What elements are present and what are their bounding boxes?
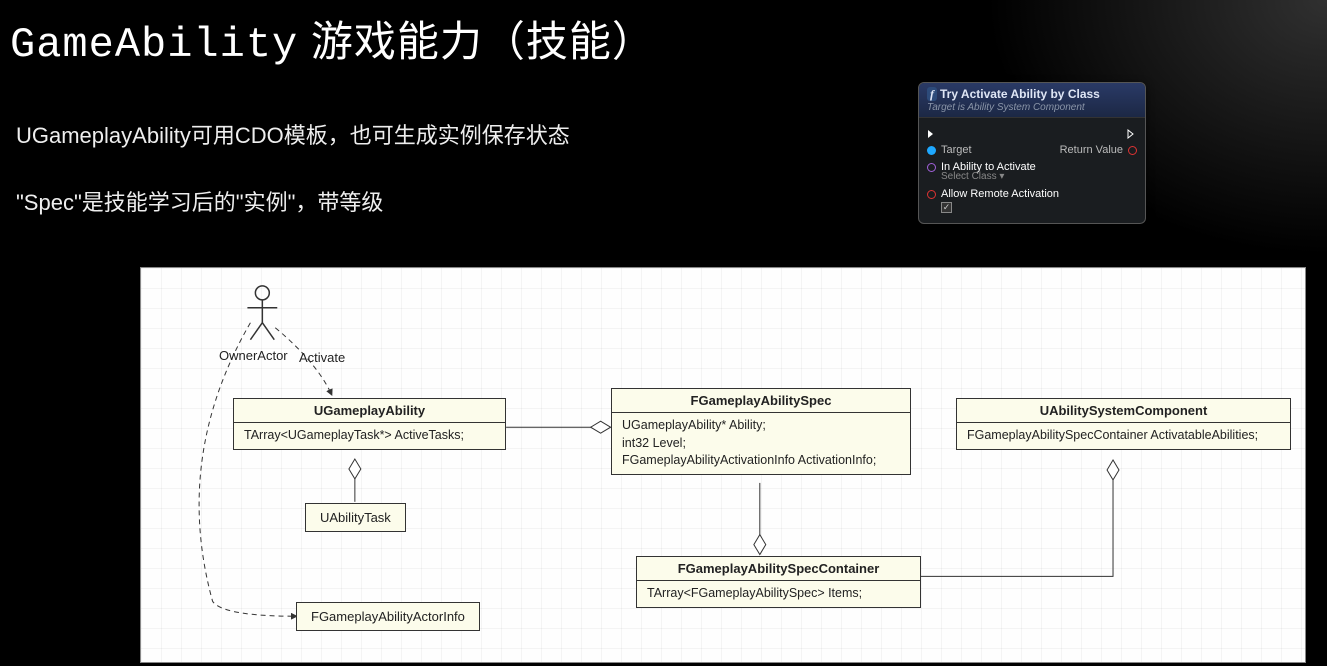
allow-remote-checkbox[interactable]: ✓ bbox=[941, 202, 952, 213]
speccontainer-field: TArray<FGameplayAbilitySpec> Items; bbox=[637, 581, 920, 607]
asc-box: UAbilitySystemComponent FGameplayAbility… bbox=[956, 398, 1291, 450]
spec-box: FGameplayAbilitySpec UGameplayAbility* A… bbox=[611, 388, 911, 475]
ugameplayability-box: UGameplayAbility TArray<UGameplayTask*> … bbox=[233, 398, 506, 450]
blueprint-node: fTry Activate Ability by Class Target is… bbox=[918, 82, 1146, 224]
function-icon: f bbox=[927, 87, 937, 101]
actorinfo-box: FGameplayAbilityActorInfo bbox=[296, 602, 480, 631]
spec-f2: int32 Level; bbox=[622, 435, 900, 453]
asc-field: FGameplayAbilitySpecContainer Activatabl… bbox=[957, 423, 1290, 449]
title-rest: 游戏能力（技能） bbox=[298, 18, 655, 65]
spec-name: FGameplayAbilitySpec bbox=[612, 389, 910, 413]
bp-title: fTry Activate Ability by Class bbox=[927, 87, 1137, 102]
exec-out-pin[interactable] bbox=[1127, 129, 1137, 139]
uml-diagram: OwnerActor Activate UGameplayAbility TAr… bbox=[140, 267, 1306, 663]
exec-in-pin[interactable] bbox=[927, 129, 937, 139]
spec-f1: UGameplayAbility* Ability; bbox=[622, 417, 900, 435]
select-class-dropdown[interactable]: Select Class ▾ bbox=[941, 171, 1137, 182]
target-pin[interactable]: Target bbox=[927, 144, 972, 156]
ugameplayability-name: UGameplayAbility bbox=[234, 399, 505, 423]
speccontainer-name: FGameplayAbilitySpecContainer bbox=[637, 557, 920, 581]
bp-header: fTry Activate Ability by Class Target is… bbox=[919, 83, 1145, 118]
spec-f3: FGameplayAbilityActivationInfo Activatio… bbox=[622, 452, 900, 470]
bullet-2: "Spec"是技能学习后的"实例"，带等级 bbox=[16, 185, 383, 217]
asc-name: UAbilitySystemComponent bbox=[957, 399, 1290, 423]
activate-label: Activate bbox=[299, 350, 345, 365]
bullet-1: UGameplayAbility可用CDO模板，也可生成实例保存状态 bbox=[16, 118, 570, 150]
bp-subtitle: Target is Ability System Component bbox=[927, 102, 1137, 113]
title-mono: GameAbility bbox=[10, 21, 298, 69]
return-pin[interactable]: Return Value bbox=[1060, 144, 1137, 156]
owner-actor-label: OwnerActor bbox=[219, 348, 288, 363]
allow-remote-pin[interactable]: Allow Remote Activation bbox=[927, 188, 1137, 200]
uabilitytask-box: UAbilityTask bbox=[305, 503, 406, 532]
slide-title: GameAbility 游戏能力（技能） bbox=[10, 8, 655, 69]
speccontainer-box: FGameplayAbilitySpecContainer TArray<FGa… bbox=[636, 556, 921, 608]
ugameplayability-field: TArray<UGameplayTask*> ActiveTasks; bbox=[234, 423, 505, 449]
